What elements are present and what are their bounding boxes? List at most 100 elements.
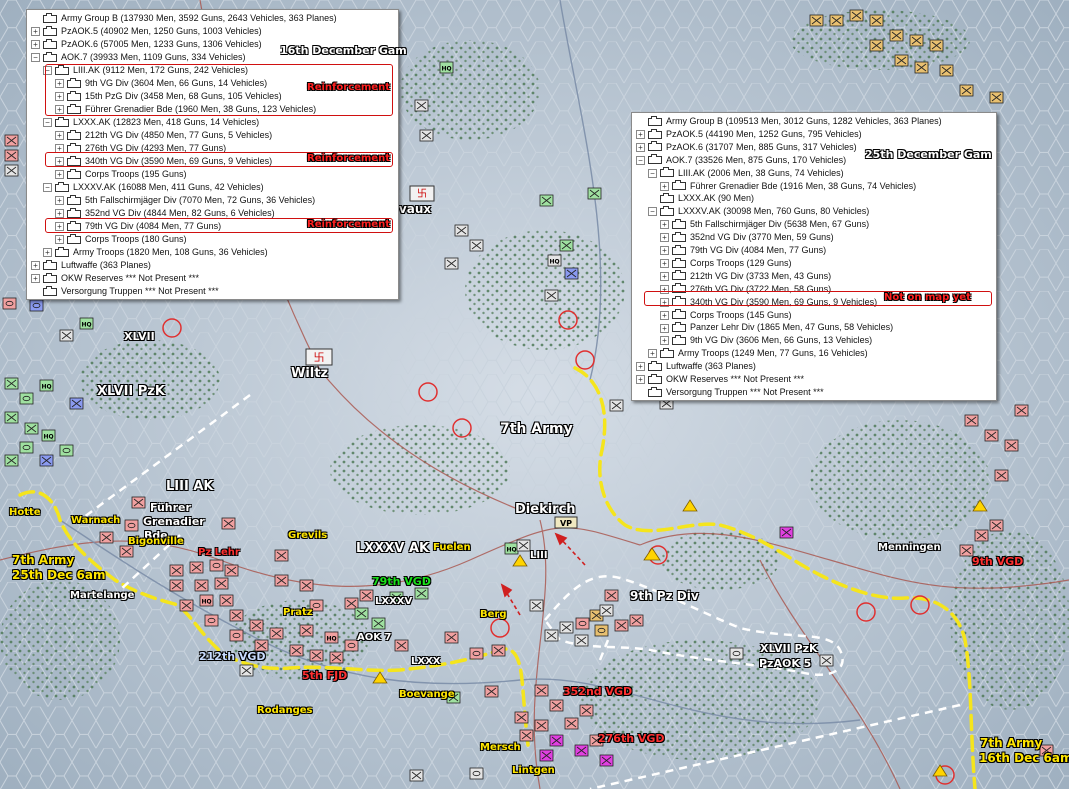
- order-of-battle-panel-25dec[interactable]: Army Group B (109513 Men, 3012 Guns, 128…: [631, 112, 997, 401]
- unit-counter[interactable]: [974, 529, 989, 542]
- expand-icon[interactable]: +: [660, 323, 669, 333]
- unit-counter[interactable]: [599, 604, 614, 617]
- unit-counter[interactable]: [829, 14, 844, 27]
- unit-counter[interactable]: [24, 422, 39, 435]
- unit-counter[interactable]: [491, 644, 506, 657]
- collapse-icon[interactable]: −: [43, 118, 52, 128]
- tree-row[interactable]: Army Group B (109513 Men, 3012 Guns, 128…: [636, 115, 942, 128]
- tree-row[interactable]: +212th VG Div (3733 Men, 43 Guns): [660, 270, 831, 283]
- unit-counter[interactable]: [419, 129, 434, 142]
- unit-counter[interactable]: [39, 454, 54, 467]
- unit-counter[interactable]: [909, 34, 924, 47]
- unit-counter[interactable]: [4, 377, 19, 390]
- unit-counter[interactable]: [414, 99, 429, 112]
- unit-counter[interactable]: [914, 61, 929, 74]
- unit-counter[interactable]: [469, 767, 484, 780]
- unit-counter[interactable]: [2, 297, 17, 310]
- tree-row[interactable]: + Corps Troops (129 Guns): [660, 257, 792, 270]
- unit-counter[interactable]: [587, 187, 602, 200]
- unit-counter[interactable]: [869, 39, 884, 52]
- unit-counter[interactable]: [539, 194, 554, 207]
- unit-counter[interactable]: [214, 577, 229, 590]
- unit-counter[interactable]: [69, 397, 84, 410]
- expand-icon[interactable]: +: [636, 362, 645, 372]
- tree-row[interactable]: + Corps Troops (145 Guns): [660, 309, 792, 322]
- tree-row[interactable]: +5th Fallschirmjäger Div (7070 Men, 72 G…: [55, 194, 315, 207]
- expand-icon[interactable]: +: [55, 170, 64, 180]
- tree-row[interactable]: + Army Troops (1249 Men, 77 Guns, 16 Vehi…: [648, 347, 868, 360]
- unit-counter[interactable]: [779, 526, 794, 539]
- unit-counter[interactable]: [544, 289, 559, 302]
- expand-icon[interactable]: +: [55, 209, 64, 219]
- unit-counter[interactable]: [209, 559, 224, 572]
- unit-counter[interactable]: [194, 579, 209, 592]
- unit-counter[interactable]: [131, 496, 146, 509]
- unit-counter[interactable]: [519, 729, 534, 742]
- expand-icon[interactable]: +: [55, 131, 64, 141]
- unit-counter[interactable]: [964, 414, 979, 427]
- tree-row[interactable]: LXXX.AK (90 Men): [648, 192, 754, 205]
- unit-counter[interactable]: [309, 649, 324, 662]
- unit-counter[interactable]: [514, 711, 529, 724]
- unit-counter[interactable]: [599, 754, 614, 767]
- unit-counter[interactable]: [4, 164, 19, 177]
- unit-counter[interactable]: [454, 224, 469, 237]
- unit-counter[interactable]: [539, 749, 554, 762]
- unit-counter[interactable]: [229, 629, 244, 642]
- unit-counter[interactable]: [344, 597, 359, 610]
- unit-counter[interactable]: [819, 654, 834, 667]
- unit-counter[interactable]: [169, 579, 184, 592]
- tree-row[interactable]: +212th VG Div (4850 Men, 77 Guns, 5 Vehi…: [55, 129, 272, 142]
- unit-counter[interactable]: [809, 14, 824, 27]
- unit-counter[interactable]: [984, 429, 999, 442]
- unit-counter[interactable]: [534, 684, 549, 697]
- unit-counter[interactable]: [359, 589, 374, 602]
- unit-counter[interactable]: [329, 651, 344, 664]
- unit-counter[interactable]: [249, 619, 264, 632]
- expand-icon[interactable]: +: [660, 181, 669, 191]
- expand-icon[interactable]: +: [660, 310, 669, 320]
- unit-counter[interactable]: [516, 539, 531, 552]
- unit-counter[interactable]: [124, 519, 139, 532]
- unit-counter[interactable]: [559, 239, 574, 252]
- unit-counter[interactable]: [394, 639, 409, 652]
- tree-row[interactable]: Versorgung Truppen *** Not Present ***: [31, 285, 219, 298]
- unit-counter[interactable]: [19, 392, 34, 405]
- unit-counter[interactable]: [119, 545, 134, 558]
- unit-counter[interactable]: [469, 239, 484, 252]
- unit-counter[interactable]: [534, 719, 549, 732]
- unit-counter[interactable]: [549, 699, 564, 712]
- unit-counter[interactable]: [574, 634, 589, 647]
- unit-counter[interactable]: [189, 561, 204, 574]
- unit-counter[interactable]: [219, 594, 234, 607]
- tree-row[interactable]: + Luftwaffe (363 Planes): [31, 259, 151, 272]
- collapse-icon[interactable]: −: [648, 207, 657, 217]
- unit-counter[interactable]: [289, 644, 304, 657]
- unit-counter[interactable]: [469, 647, 484, 660]
- tree-row[interactable]: Versorgung Truppen *** Not Present ***: [636, 386, 824, 399]
- expand-icon[interactable]: +: [55, 196, 64, 206]
- expand-icon[interactable]: +: [31, 274, 40, 284]
- unit-counter[interactable]: [564, 267, 579, 280]
- unit-counter[interactable]: [939, 64, 954, 77]
- unit-counter[interactable]: HQ: [547, 254, 562, 267]
- unit-counter[interactable]: [299, 579, 314, 592]
- expand-icon[interactable]: +: [636, 130, 645, 140]
- unit-counter[interactable]: [579, 704, 594, 717]
- unit-counter[interactable]: [484, 685, 499, 698]
- unit-counter[interactable]: [929, 39, 944, 52]
- unit-counter[interactable]: [19, 441, 34, 454]
- unit-counter[interactable]: [989, 519, 1004, 532]
- unit-counter[interactable]: [594, 624, 609, 637]
- collapse-icon[interactable]: −: [648, 168, 657, 178]
- expand-icon[interactable]: +: [660, 336, 669, 346]
- expand-icon[interactable]: +: [636, 375, 645, 385]
- unit-counter[interactable]: [604, 589, 619, 602]
- unit-counter[interactable]: [274, 549, 289, 562]
- tree-row[interactable]: + PzAOK.5 (44190 Men, 1252 Guns, 795 Vehi…: [636, 128, 862, 141]
- expand-icon[interactable]: +: [660, 259, 669, 269]
- tree-row[interactable]: + Army Troops (1820 Men, 108 Guns, 36 Veh…: [43, 246, 268, 259]
- unit-counter[interactable]: [564, 717, 579, 730]
- expand-icon[interactable]: +: [31, 40, 40, 50]
- expand-icon[interactable]: +: [31, 261, 40, 271]
